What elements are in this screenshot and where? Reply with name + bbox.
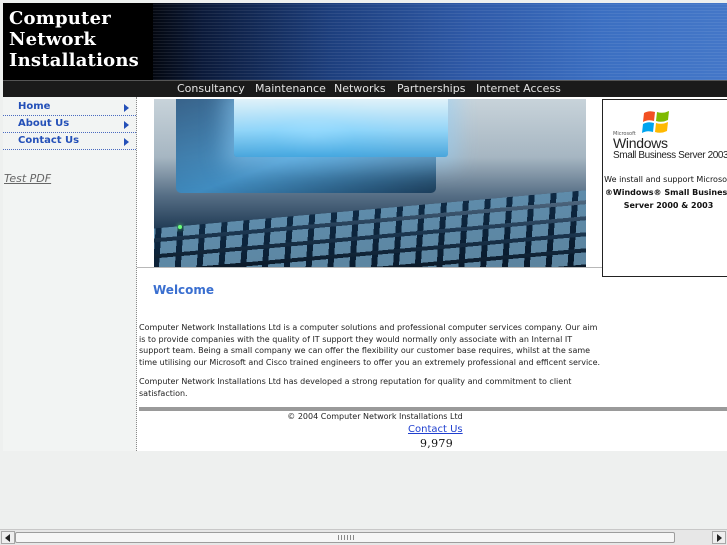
windows-logo-icon (642, 111, 669, 133)
arrow-right-icon (124, 138, 129, 146)
top-navigation: Consultancy Maintenance Networks Partner… (3, 80, 727, 98)
page: Computer Network Installations Consultan… (0, 0, 727, 529)
arrow-right-icon (124, 104, 129, 112)
welcome-body: Computer Network Installations Ltd is a … (139, 322, 601, 407)
scroll-right-button[interactable] (712, 531, 726, 544)
monitor-graphic (176, 99, 448, 193)
arrow-right-icon (124, 121, 129, 129)
logo-line-2: Network (9, 29, 97, 50)
left-sidebar: Home About Us Contact Us Test PDF (3, 97, 137, 451)
sidebar-item-home[interactable]: Home (3, 99, 136, 116)
arrow-left-icon (5, 534, 10, 542)
logo-line-3: Installations (9, 50, 139, 71)
footer-divider (139, 407, 727, 411)
ad-brand-product: Small Business Server 2003 (613, 150, 727, 161)
nav-item-partnerships[interactable]: Partnerships (397, 82, 465, 95)
logo-line-1: Computer (9, 8, 111, 29)
scroll-thumb[interactable] (15, 532, 675, 543)
nav-item-internet-access[interactable]: Internet Access (476, 82, 561, 95)
sbs-ad-panel[interactable]: Microsoft Windows Small Business Server … (602, 99, 727, 277)
page-title: Welcome (153, 283, 215, 297)
nav-item-consultancy[interactable]: Consultancy (177, 82, 245, 95)
sidebar-item-about-us[interactable]: About Us (3, 116, 136, 133)
nav-item-networks[interactable]: Networks (334, 82, 386, 95)
paragraph-1: Computer Network Installations Ltd is a … (139, 323, 601, 367)
main-content: Microsoft Windows Small Business Server … (137, 97, 727, 451)
led-light (178, 225, 182, 229)
ad-line-2: ®Windows® Small Business (604, 188, 727, 197)
sidebar-item-label: Home (18, 101, 51, 112)
logo-box: Computer Network Installations (3, 3, 153, 80)
ad-line-3: Server 2000 & 2003 (623, 201, 714, 210)
sidebar-item-label: Contact Us (18, 135, 80, 146)
ad-line-1: We install and support Microsoft (604, 175, 727, 184)
grip-icon (338, 535, 354, 540)
site-header: Computer Network Installations (3, 3, 727, 80)
site-logo[interactable]: Computer Network Installations (9, 8, 139, 71)
horizontal-scrollbar[interactable] (0, 529, 727, 545)
test-pdf-link[interactable]: Test PDF (4, 172, 51, 185)
scroll-left-button[interactable] (1, 531, 15, 544)
ad-description: We install and support Microsoft ®Window… (603, 173, 727, 212)
keyboard-graphic (154, 185, 586, 267)
hero-keyboard-image (154, 99, 586, 267)
footer-contact-link[interactable]: Contact Us (408, 424, 463, 435)
copyright-text: © 2004 Computer Network Installations Lt… (287, 412, 463, 421)
paragraph-2: Computer Network Installations Ltd has d… (139, 377, 572, 398)
visitor-counter: 9,979 (420, 437, 453, 450)
nav-item-maintenance[interactable]: Maintenance (255, 82, 326, 95)
monitor-screen-graphic (234, 99, 448, 157)
sidebar-item-label: About Us (18, 118, 70, 129)
arrow-right-icon (717, 534, 722, 542)
sidebar-item-contact-us[interactable]: Contact Us (3, 133, 136, 150)
ad-brand-windows: Windows (613, 135, 668, 151)
